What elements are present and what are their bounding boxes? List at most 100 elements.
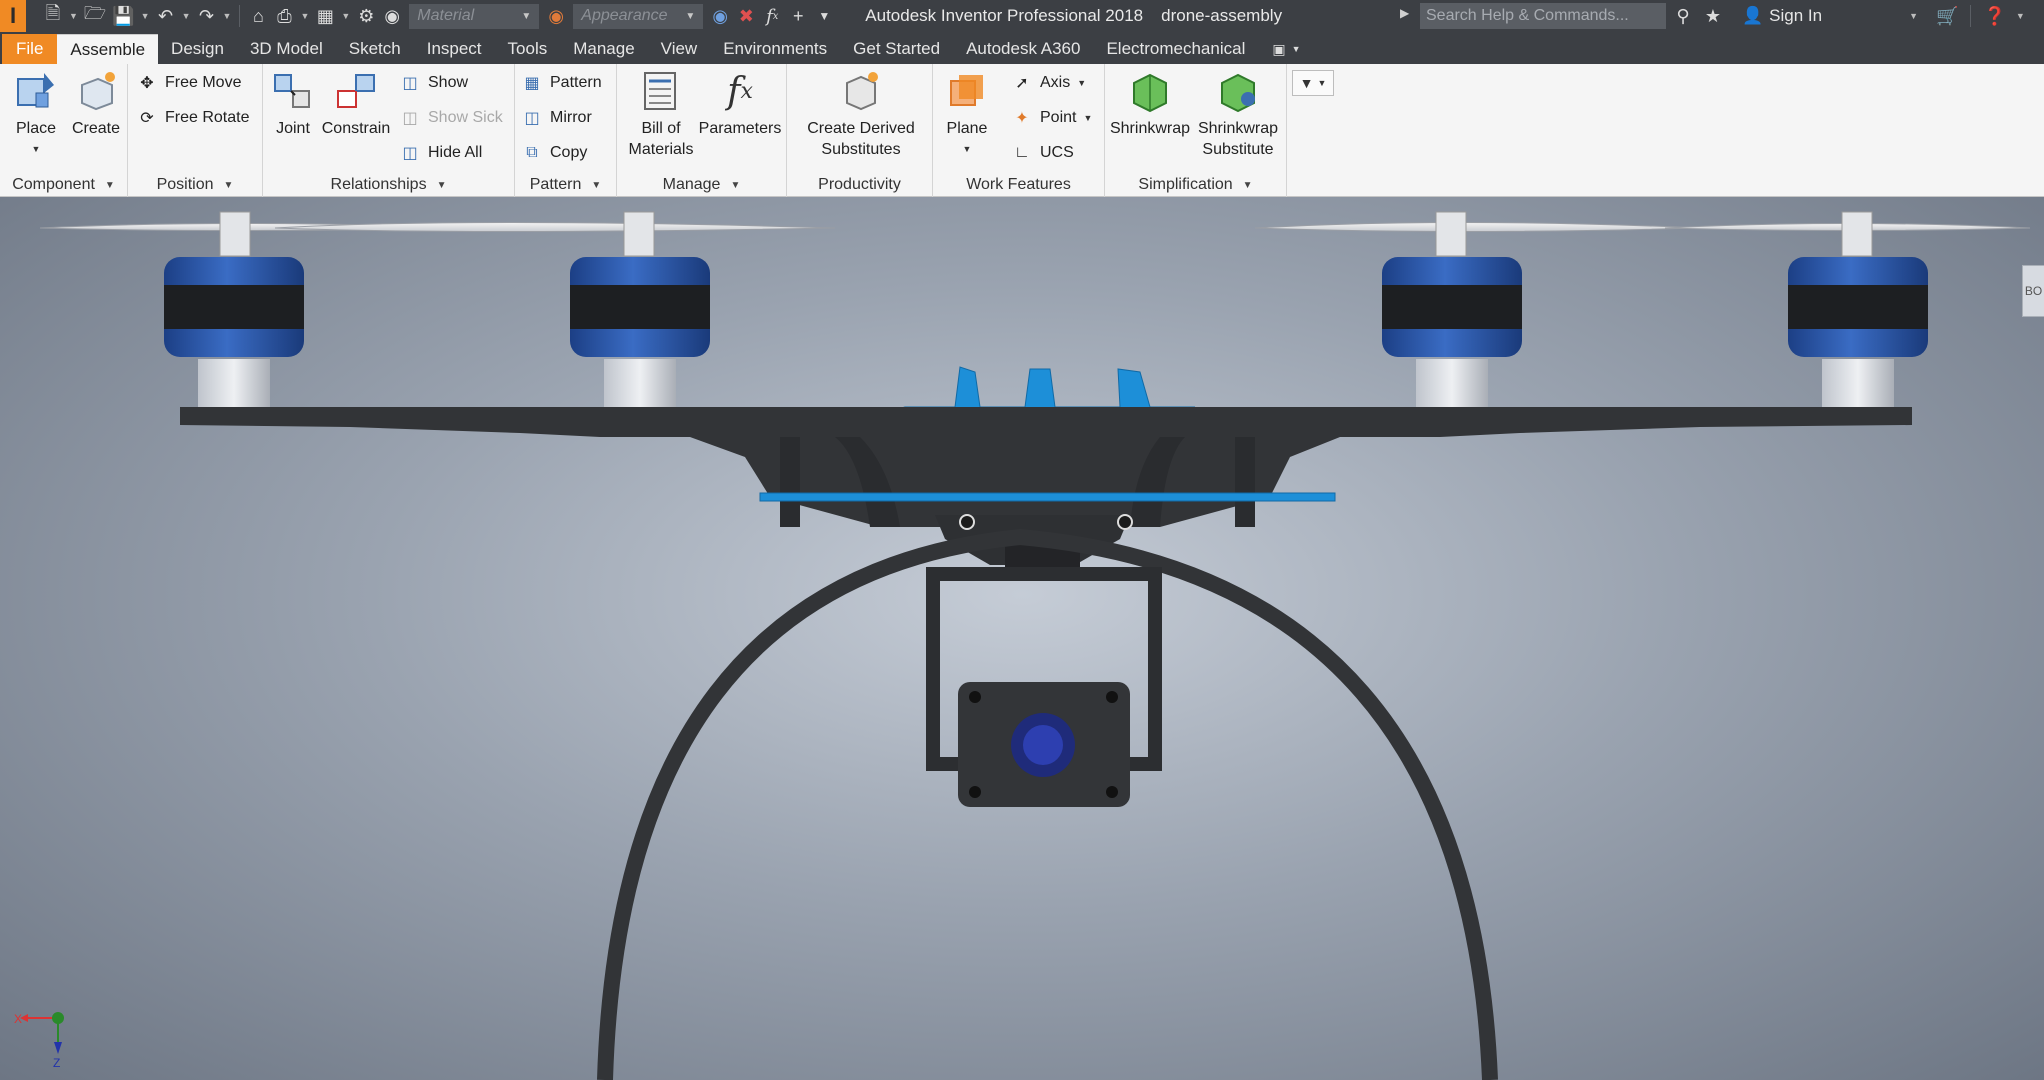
ribbon-display-toggle[interactable]: ▣ ▼ [1272, 34, 1300, 64]
parameters-button[interactable]: fx Parameters [695, 68, 785, 139]
tab-inspect[interactable]: Inspect [414, 34, 495, 64]
new-file-icon[interactable]: 🗎 [40, 0, 66, 32]
chevron-down-icon: ▼ [104, 179, 115, 191]
select-filter-icon[interactable]: ▦ [312, 0, 338, 32]
search-expand-icon[interactable]: ▶ [1400, 6, 1409, 20]
undo-icon[interactable]: ↶ [153, 0, 179, 32]
print-icon[interactable]: ⎙ [271, 0, 297, 32]
chevron-down-icon: ▼ [436, 179, 447, 191]
fx-parameters-icon[interactable]: fx [759, 0, 785, 32]
copy-button[interactable]: ⧉ Copy [521, 142, 587, 164]
print-dropdown[interactable]: ▼ [297, 11, 312, 21]
redo-dropdown[interactable]: ▼ [220, 11, 235, 21]
drone-assembly-model[interactable] [0, 197, 2044, 1080]
binoculars-icon[interactable]: ⚲ [1670, 0, 1696, 32]
viewcube-tab[interactable]: BO [2022, 265, 2044, 317]
search-input[interactable]: Search Help & Commands... [1420, 3, 1666, 29]
landing-ring[interactable] [597, 528, 1498, 1080]
save-dropdown[interactable]: ▼ [138, 11, 153, 21]
shrinkwrap-label: Shrinkwrap [1109, 120, 1191, 137]
show-sick-button[interactable]: ◫ Show Sick [399, 107, 502, 129]
manage-panel-title[interactable]: Manage ▼ [617, 173, 786, 197]
bill-of-materials-button[interactable]: Bill of Materials [621, 68, 701, 160]
motor-3[interactable] [1382, 211, 1522, 409]
joint-icon [270, 68, 316, 114]
adjust-appearance-icon[interactable]: ◉ [707, 0, 733, 32]
relationships-panel-title[interactable]: Relationships ▼ [263, 173, 514, 197]
inventor-logo-icon[interactable]: I [0, 0, 26, 32]
tab-sketch[interactable]: Sketch [336, 34, 414, 64]
appearance-sphere-icon[interactable]: ◉ [543, 0, 569, 32]
ucs-button[interactable]: ∟ UCS [1011, 142, 1074, 164]
create-button[interactable]: Create [68, 68, 124, 139]
plus-icon[interactable]: + [785, 0, 811, 32]
help-icon[interactable]: ❓ [1980, 0, 2008, 32]
tab-view[interactable]: View [648, 34, 711, 64]
shrinkwrap-substitute-button[interactable]: Shrinkwrap Substitute [1193, 68, 1283, 160]
ucs-label: UCS [1040, 144, 1074, 161]
redo-icon[interactable]: ↷ [194, 0, 220, 32]
sign-in-dropdown[interactable]: ▼ [1906, 11, 1921, 21]
adaptive-icon[interactable]: ⚙ [353, 0, 379, 32]
new-file-dropdown[interactable]: ▼ [66, 11, 81, 21]
motor-1[interactable] [164, 211, 304, 409]
shrinkwrap-button[interactable]: Shrinkwrap [1107, 68, 1193, 139]
tab-manage[interactable]: Manage [560, 34, 647, 64]
tab-assemble[interactable]: Assemble [57, 34, 159, 64]
tab-electromechanical[interactable]: Electromechanical [1093, 34, 1258, 64]
tab-file[interactable]: File [2, 34, 58, 64]
clear-appearance-icon[interactable]: ✖ [733, 0, 759, 32]
material-sphere-icon[interactable]: ◉ [379, 0, 405, 32]
component-panel-title[interactable]: Component ▼ [0, 173, 127, 197]
save-icon[interactable]: 💾 [109, 0, 137, 32]
favorites-star-icon[interactable]: ★ [1700, 0, 1726, 32]
tab-design[interactable]: Design [158, 34, 237, 64]
tab-get-started[interactable]: Get Started [840, 34, 953, 64]
tab-3d-model[interactable]: 3D Model [237, 34, 336, 64]
open-folder-icon[interactable]: 🗁 [81, 0, 109, 32]
show-button[interactable]: ◫ Show [399, 72, 468, 94]
place-button[interactable]: Place ▼ [8, 68, 64, 160]
free-move-icon: ✥ [140, 75, 154, 92]
tab-environments[interactable]: Environments [710, 34, 840, 64]
mirror-button[interactable]: ◫ Mirror [521, 107, 591, 129]
camera[interactable] [958, 682, 1130, 807]
select-filter-dropdown[interactable]: ▼ [338, 11, 353, 21]
pattern-panel-title[interactable]: Pattern ▼ [515, 173, 616, 197]
motor-4[interactable] [1788, 211, 1928, 409]
axis-button[interactable]: ➚ Axis ▼ [1011, 72, 1086, 94]
free-move-button[interactable]: ✥ Free Move [136, 72, 241, 94]
plane-button[interactable]: Plane ▼ [937, 68, 997, 160]
home-icon[interactable]: ⌂ [245, 0, 271, 32]
frame-arm[interactable] [180, 407, 1912, 527]
hide-all-button[interactable]: ◫ Hide All [399, 142, 482, 164]
hide-all-label: Hide All [428, 144, 483, 161]
create-label: Create [71, 120, 121, 137]
relationships-panel-label: Relationships [330, 176, 427, 193]
simplification-panel-title[interactable]: Simplification ▼ [1105, 173, 1286, 197]
graphics-window[interactable]: BO X Z [0, 197, 2044, 1080]
create-derived-substitutes-button[interactable]: Create Derived Substitutes [791, 68, 931, 160]
simplification-panel-label: Simplification [1138, 176, 1233, 193]
tab-tools[interactable]: Tools [495, 34, 561, 64]
tab-autodesk-a360[interactable]: Autodesk A360 [953, 34, 1093, 64]
constrain-button[interactable]: Constrain [319, 68, 393, 139]
customize-toolbar-icon[interactable]: ▼ [811, 0, 837, 32]
appearance-select[interactable]: Appearance ▼ [573, 3, 704, 29]
undo-dropdown[interactable]: ▼ [179, 11, 194, 21]
sign-in-button[interactable]: 👤 Sign In [1742, 6, 1822, 26]
pattern-button[interactable]: ▦ Pattern [521, 72, 601, 94]
battery-plate[interactable] [759, 492, 1336, 502]
position-panel-title[interactable]: Position ▼ [128, 173, 262, 197]
point-button[interactable]: ✦ Point ▼ [1011, 107, 1092, 129]
cart-icon[interactable]: 🛒 [1933, 0, 1961, 32]
help-dropdown[interactable]: ▼ [2013, 11, 2028, 21]
material-select[interactable]: Material ▼ [409, 3, 540, 29]
coordinate-triad: X Z [10, 1002, 70, 1072]
motor-2[interactable] [570, 211, 710, 409]
material-select-value: Material [417, 7, 475, 24]
ribbon-more-dropdown[interactable]: ▼ ▼ [1292, 70, 1334, 96]
free-rotate-button[interactable]: ⟳ Free Rotate [136, 107, 249, 129]
shrinkwrap-icon [1127, 68, 1173, 114]
joint-button[interactable]: Joint [267, 68, 319, 139]
